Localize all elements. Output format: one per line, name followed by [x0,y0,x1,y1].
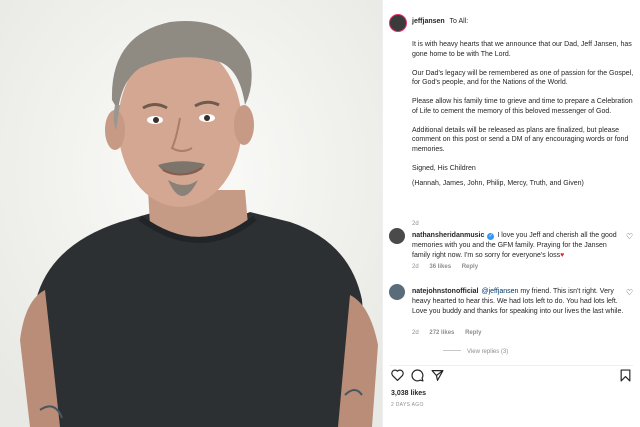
bookmark-icon[interactable] [620,369,631,382]
verified-badge-icon: ✓ [487,233,495,240]
reply-button[interactable]: Reply [465,330,481,336]
comment-likes[interactable]: 272 likes [429,330,454,336]
caption-paragraph: Signed, His Children [412,164,476,172]
likes-count[interactable]: 3,038 likes [391,390,426,397]
commenter-username[interactable]: nathansheridanmusic [412,232,484,239]
post-panel: jeffjansen To All: It is with heavy hear… [382,0,640,427]
comment-time: 2d [412,264,419,270]
comment-likes[interactable]: 36 likes [429,264,451,270]
mention-link[interactable]: @jeffjansen [482,288,519,295]
commenter-avatar[interactable] [389,228,405,244]
reply-button[interactable]: Reply [462,264,478,270]
caption-header: jeffjansen To All: [412,18,468,25]
caption-body: It is with heavy hearts that we announce… [412,40,637,198]
caption-paragraph: It is with heavy hearts that we announce… [412,41,632,58]
caption-paragraph: Our Dad's legacy will be remembered as o… [412,69,634,87]
caption-paragraph: Additional details will be released as p… [412,126,629,153]
like-heart-icon[interactable] [391,369,404,381]
share-send-icon[interactable] [431,369,444,382]
caption-paragraph: (Hannah, James, John, Philip, Mercy, Tru… [412,180,584,187]
comment-text: nathansheridanmusic ✓ I love you Jeff and … [412,231,624,260]
comment-bubble-icon[interactable] [411,369,424,382]
comment-time: 2d [412,330,419,336]
caption-paragraph: Please allow his family time to grieve a… [412,98,633,115]
comment-meta: 2d 36 likes Reply [412,264,487,270]
commenter-avatar[interactable] [389,284,405,300]
commenter-username[interactable]: natejohnstonofficial [412,288,479,295]
post-photo[interactable] [0,0,382,427]
author-avatar[interactable] [389,14,407,32]
caption-time: 2d [412,221,419,227]
comment-text: natejohnstonofficial @jeffjansen my frien… [412,287,624,316]
like-comment-icon[interactable]: ♡ [626,232,633,241]
caption-salutation: To All: [449,18,469,25]
like-comment-icon[interactable]: ♡ [626,288,633,297]
portrait-illustration [0,0,382,427]
comment-meta: 2d 272 likes Reply [412,330,490,336]
author-username[interactable]: jeffjansen [412,18,445,25]
post-date: 2 DAYS AGO [391,402,424,408]
red-heart-icon: ♥ [560,251,565,259]
action-bar [389,365,633,382]
view-replies-link[interactable]: View replies (3) [443,349,508,355]
